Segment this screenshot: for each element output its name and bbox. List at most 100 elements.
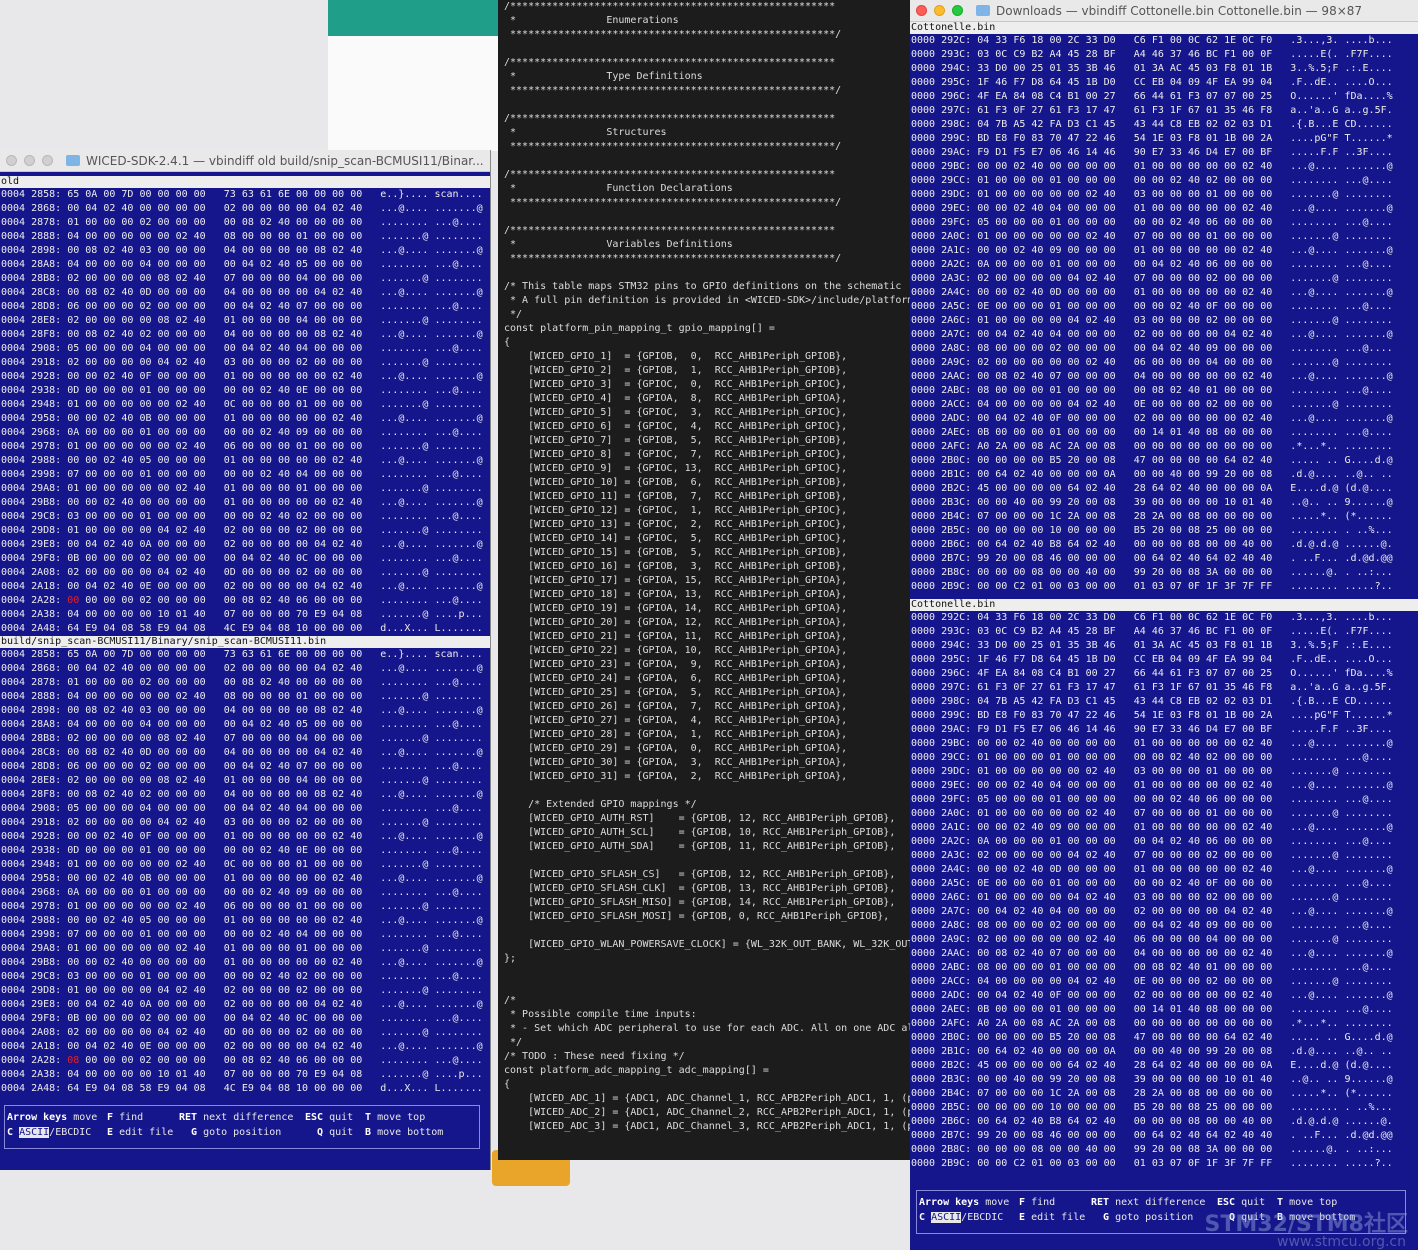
hex-row: 0004 29A8: 01 00 00 00 00 00 02 40 01 00… — [1, 943, 483, 954]
left-vbindiff-window[interactable]: WICED-SDK-2.4.1 — vbindiff old build/sni… — [0, 150, 491, 1170]
hex-row: 0000 2A4C: 00 00 02 40 0D 00 00 00 01 00… — [911, 864, 1393, 875]
hex-row: 0004 29D8: 01 00 00 00 00 04 02 40 02 00… — [1, 985, 483, 996]
hex-row: 0004 29B8: 00 00 02 40 00 00 00 00 01 00… — [1, 497, 483, 508]
help-item: T move top — [365, 1110, 455, 1125]
ascii-mode-indicator: ASCII — [931, 1212, 962, 1223]
hex-row: 0004 2A18: 00 04 02 40 0E 00 00 00 02 00… — [1, 1041, 483, 1052]
hex-row: 0000 2AAC: 00 08 02 40 07 00 00 00 04 00… — [911, 371, 1393, 382]
hex-row: 0004 2968: 0A 00 00 00 01 00 00 00 00 00… — [1, 887, 483, 898]
hex-row: 0000 2ABC: 08 00 00 00 01 00 00 00 00 08… — [911, 385, 1393, 396]
code-line: */ — [504, 1037, 523, 1048]
hex-row: 0000 2B0C: 00 00 00 00 B5 20 00 08 47 00… — [911, 455, 1393, 466]
help-action: find — [119, 1112, 144, 1123]
hex-row: 0000 2A5C: 0E 00 00 00 01 00 00 00 00 00… — [911, 878, 1393, 889]
right-window-titlebar[interactable]: Downloads — vbindiff Cottonelle.bin Cott… — [910, 0, 1418, 22]
code-line: * Possible compile time inputs: — [504, 1009, 697, 1020]
help-item: Arrow keys move — [7, 1110, 107, 1125]
hex-row: 0004 2948: 01 00 00 00 00 00 02 40 0C 00… — [1, 859, 483, 870]
hex-pane-top[interactable]: 0000 292C: 04 33 F6 18 00 2C 33 D0 C6 F1… — [910, 34, 1418, 594]
diff-byte: 00 — [67, 595, 80, 606]
right-vbindiff-window[interactable]: Downloads — vbindiff Cottonelle.bin Cott… — [910, 0, 1418, 1250]
ebcdic-mode-label: /EBCDIC — [961, 1212, 1004, 1223]
minimize-button[interactable] — [934, 5, 945, 16]
code-line: [WICED_GPIO_5] = {GPIOC, 3, RCC_AHB1Peri… — [504, 407, 848, 418]
left-window-titlebar[interactable]: WICED-SDK-2.4.1 — vbindiff old build/sni… — [0, 150, 490, 172]
code-line: { — [504, 337, 511, 348]
hex-row: 0004 2A48: 64 E9 04 08 58 E9 04 08 4C E9… — [1, 623, 483, 634]
hex-pane-bottom[interactable]: 0000 292C: 04 33 F6 18 00 2C 33 D0 C6 F1… — [910, 611, 1418, 1171]
help-action: quit — [329, 1112, 354, 1123]
hex-row: 0000 2B9C: 00 00 C2 01 00 03 00 00 01 03… — [911, 581, 1393, 592]
hex-row: 0000 2B3C: 00 00 40 00 99 20 00 08 39 00… — [911, 1074, 1393, 1085]
hex-row: 0000 2A2C: 0A 00 00 00 01 00 00 00 00 04… — [911, 836, 1393, 847]
hex-row: 0000 2B1C: 00 64 02 40 00 00 00 0A 00 00… — [911, 469, 1393, 480]
code-line: [WICED_GPIO_24] = {GPIOA, 6, RCC_AHB1Per… — [504, 673, 848, 684]
minimize-button[interactable] — [24, 155, 35, 166]
help-item: Arrow keys move — [919, 1195, 1019, 1210]
code-line: [WICED_GPIO_25] = {GPIOA, 5, RCC_AHB1Per… — [504, 687, 848, 698]
code-line: [WICED_GPIO_16] = {GPIOB, 3, RCC_AHB1Per… — [504, 561, 848, 572]
close-button[interactable] — [916, 5, 927, 16]
code-line: ****************************************… — [504, 141, 842, 152]
hex-row: 0004 2A38: 04 00 00 00 00 10 01 40 07 00… — [1, 609, 483, 620]
code-terminal-window[interactable]: /* **************************************… — [498, 0, 910, 1160]
hex-row: 0004 2868: 00 04 02 40 00 00 00 00 02 00… — [1, 203, 483, 214]
hex-row: 0000 2A7C: 00 04 02 40 04 00 00 00 02 00… — [911, 329, 1393, 340]
zoom-button[interactable] — [952, 5, 963, 16]
help-action: move bottom — [377, 1127, 444, 1138]
pane-file-header: build/snip_scan-BCMUSI11/Binary/snip_sca… — [0, 636, 490, 648]
hex-row: 0000 2B9C: 00 00 C2 01 00 03 00 00 01 03… — [911, 1158, 1393, 1169]
help-item: RET next difference — [179, 1110, 305, 1125]
hex-row: 0000 294C: 33 D0 00 25 01 35 3B 46 01 3A… — [911, 640, 1393, 651]
code-line: /* Extended GPIO mappings */ — [504, 799, 697, 810]
hex-row: 0004 28B8: 02 00 00 00 00 08 02 40 07 00… — [1, 733, 483, 744]
folder-icon — [66, 155, 80, 166]
code-line: [WICED_GPIO_21] = {GPIOA, 11, RCC_AHB1Pe… — [504, 631, 848, 642]
help-action: move — [985, 1197, 1010, 1208]
hex-row: 0004 2998: 07 00 00 00 01 00 00 00 00 00… — [1, 929, 483, 940]
pane-file-header: old — [0, 176, 490, 188]
hex-row: 0004 2A28: 00 00 00 00 02 00 00 00 00 08… — [1, 595, 483, 606]
hex-row: 0000 292C: 04 33 F6 18 00 2C 33 D0 C6 F1… — [911, 35, 1393, 46]
hex-row: 0004 28A8: 04 00 00 00 04 00 00 00 00 04… — [1, 719, 483, 730]
close-button[interactable] — [6, 155, 17, 166]
hex-row: 0004 2918: 02 00 00 00 00 04 02 40 03 00… — [1, 357, 483, 368]
hex-row: 0004 29C8: 03 00 00 00 01 00 00 00 00 00… — [1, 511, 483, 522]
help-item: E edit file — [1019, 1210, 1103, 1225]
code-line: [WICED_GPIO_28] = {GPIOA, 1, RCC_AHB1Per… — [504, 729, 848, 740]
hex-row: 0000 296C: 4F EA 84 08 C4 B1 00 27 66 44… — [911, 668, 1393, 679]
code-line: * A full pin definition is provided in <… — [504, 295, 910, 306]
code-line: [WICED_GPIO_31] = {GPIOA, 2, RCC_AHB1Per… — [504, 771, 848, 782]
hex-row: 0000 297C: 61 F3 0F 27 61 F3 17 47 61 F3… — [911, 682, 1393, 693]
hex-row: 0000 2A0C: 01 00 00 00 00 00 02 40 07 00… — [911, 808, 1393, 819]
hex-pane-top[interactable]: 0004 2858: 65 0A 00 7D 00 00 00 00 73 63… — [0, 188, 490, 636]
hex-row: 0000 2B5C: 00 00 00 00 10 00 00 00 B5 20… — [911, 1102, 1393, 1113]
pane-file-header: Cottonelle.bin — [910, 22, 1418, 34]
code-line: [WICED_GPIO_SFLASH_MOSI] = {GPIOB, 0, RC… — [504, 911, 890, 922]
help-action: edit file — [119, 1127, 174, 1138]
hex-row: 0000 2B2C: 45 00 00 00 00 64 02 40 28 64… — [911, 483, 1393, 494]
hex-row: 0004 2878: 01 00 00 00 02 00 00 00 00 08… — [1, 677, 483, 688]
hex-row: 0004 2928: 00 00 02 40 0F 00 00 00 01 00… — [1, 831, 483, 842]
hex-row: 0004 2878: 01 00 00 00 02 00 00 00 00 08… — [1, 217, 483, 228]
hex-row: 0000 2A8C: 08 00 00 00 02 00 00 00 00 04… — [911, 343, 1393, 354]
hex-row: 0004 2A38: 04 00 00 00 00 10 01 40 07 00… — [1, 1069, 483, 1080]
hex-row: 0000 2B7C: 99 20 00 08 46 00 00 00 00 64… — [911, 1130, 1393, 1141]
help-action: move — [73, 1112, 98, 1123]
hex-row: 0000 2AFC: A0 2A 00 08 AC 2A 00 08 00 00… — [911, 441, 1393, 452]
zoom-button[interactable] — [42, 155, 53, 166]
hex-row: 0000 2B2C: 45 00 00 00 00 64 02 40 28 64… — [911, 1060, 1393, 1071]
hex-row: 0004 2908: 05 00 00 00 04 00 00 00 00 04… — [1, 343, 483, 354]
help-key: Arrow keys — [7, 1112, 68, 1123]
folder-icon — [976, 5, 990, 16]
help-item: C ASCII/EBCDIC — [919, 1210, 1019, 1225]
help-key: Arrow keys — [919, 1197, 980, 1208]
help-key: RET — [179, 1112, 198, 1123]
hex-row: 0004 29A8: 01 00 00 00 00 00 02 40 01 00… — [1, 483, 483, 494]
code-line: /* TODO : These need fixing */ — [504, 1051, 685, 1062]
code-line: [WICED_GPIO_22] = {GPIOA, 10, RCC_AHB1Pe… — [504, 645, 848, 656]
code-line: [WICED_GPIO_18] = {GPIOA, 13, RCC_AHB1Pe… — [504, 589, 848, 600]
hex-pane-bottom[interactable]: 0004 2858: 65 0A 00 7D 00 00 00 00 73 63… — [0, 648, 490, 1096]
code-line: /***************************************… — [504, 1, 836, 12]
code-line: [WICED_GPIO_20] = {GPIOA, 12, RCC_AHB1Pe… — [504, 617, 848, 628]
